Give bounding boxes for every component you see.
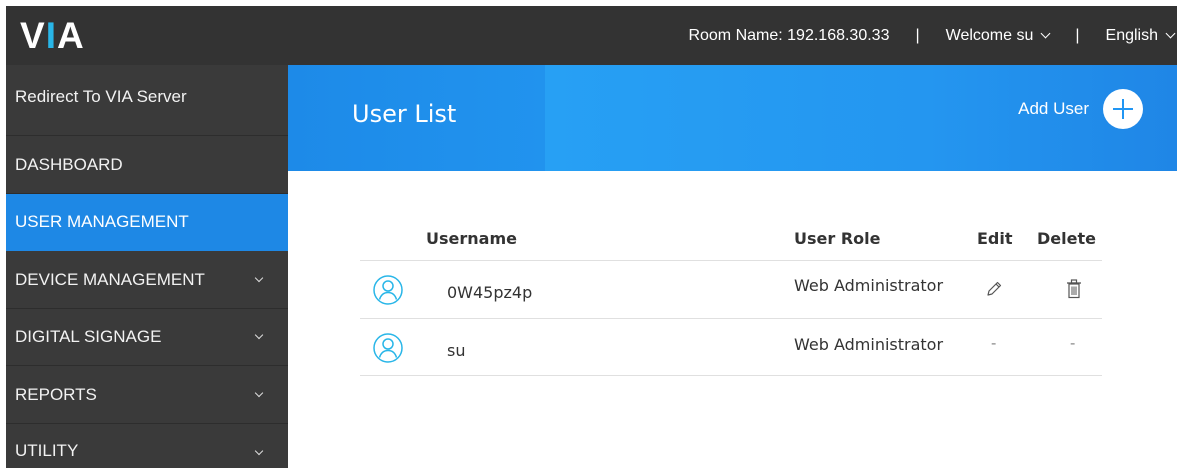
column-header-role[interactable]: User Role xyxy=(794,229,880,248)
pencil-icon[interactable] xyxy=(985,280,1003,298)
chevron-down-icon xyxy=(254,388,264,397)
sidebar-item-label: DASHBOARD xyxy=(15,154,123,174)
trash-icon[interactable] xyxy=(1066,279,1082,299)
page-title: User List xyxy=(352,100,457,128)
language-label: English xyxy=(1105,26,1158,44)
user-circle-icon xyxy=(373,275,403,305)
sidebar-item-redirect[interactable]: Redirect To VIA Server xyxy=(6,65,288,136)
page-header: User List Add User xyxy=(288,65,1177,171)
sidebar-item-digital-signage[interactable]: DIGITAL SIGNAGE xyxy=(6,309,288,366)
top-nav: Room Name: 192.168.30.33 | Welcome su | … xyxy=(688,6,1177,65)
top-bar: VIA Room Name: 192.168.30.33 | Welcome s… xyxy=(6,6,1177,65)
sidebar-item-dashboard[interactable]: DASHBOARD xyxy=(6,136,288,194)
logo-letter-i: I xyxy=(45,15,57,56)
column-header-delete: Delete xyxy=(1037,229,1096,248)
table-row: su Web Administrator - - xyxy=(360,318,1102,376)
welcome-dropdown[interactable]: Welcome su xyxy=(945,26,1051,45)
separator: | xyxy=(1075,26,1080,44)
sidebar-item-utility[interactable]: UTILITY xyxy=(6,424,288,468)
room-name: Room Name: 192.168.30.33 xyxy=(688,26,890,44)
language-dropdown[interactable]: English xyxy=(1105,26,1176,45)
via-logo[interactable]: VIA xyxy=(20,15,85,57)
column-header-username[interactable]: Username xyxy=(426,229,517,248)
logo-letter-a: A xyxy=(56,15,85,56)
username-cell: 0W45pz4p xyxy=(447,283,533,302)
chevron-down-icon xyxy=(1165,28,1176,39)
sidebar-item-label: UTILITY xyxy=(15,441,79,460)
add-user-label: Add User xyxy=(1018,99,1089,118)
table-row: 0W45pz4p Web Administrator xyxy=(360,260,1102,318)
sidebar-item-reports[interactable]: REPORTS xyxy=(6,366,288,424)
edit-cell: - xyxy=(991,335,997,352)
role-cell: Web Administrator xyxy=(794,276,944,295)
chevron-down-icon xyxy=(254,330,264,340)
welcome-label: Welcome su xyxy=(945,26,1034,44)
separator: | xyxy=(915,26,920,44)
user-circle-icon xyxy=(373,333,403,363)
chevron-down-icon xyxy=(254,446,264,456)
sidebar: Redirect To VIA Server DASHBOARD USER MA… xyxy=(6,65,288,468)
add-user-button[interactable]: Add User xyxy=(1018,89,1143,129)
chevron-down-icon xyxy=(1040,28,1051,39)
sidebar-item-label: DEVICE MANAGEMENT xyxy=(15,269,205,289)
plus-circle-icon xyxy=(1103,89,1143,129)
username-cell: su xyxy=(447,341,466,360)
delete-cell: - xyxy=(1070,335,1076,352)
chevron-down-icon xyxy=(254,273,264,282)
sidebar-item-device-management[interactable]: DEVICE MANAGEMENT xyxy=(6,251,288,309)
logo-letter-v: V xyxy=(20,15,46,56)
sidebar-item-label: Redirect To VIA Server xyxy=(15,87,187,106)
role-cell: Web Administrator xyxy=(794,335,944,354)
sidebar-item-label: DIGITAL SIGNAGE xyxy=(15,327,162,346)
sidebar-item-label: REPORTS xyxy=(15,384,97,404)
column-header-edit: Edit xyxy=(977,229,1013,248)
sidebar-item-user-management[interactable]: USER MANAGEMENT xyxy=(6,194,288,251)
sidebar-item-label: USER MANAGEMENT xyxy=(15,212,189,231)
